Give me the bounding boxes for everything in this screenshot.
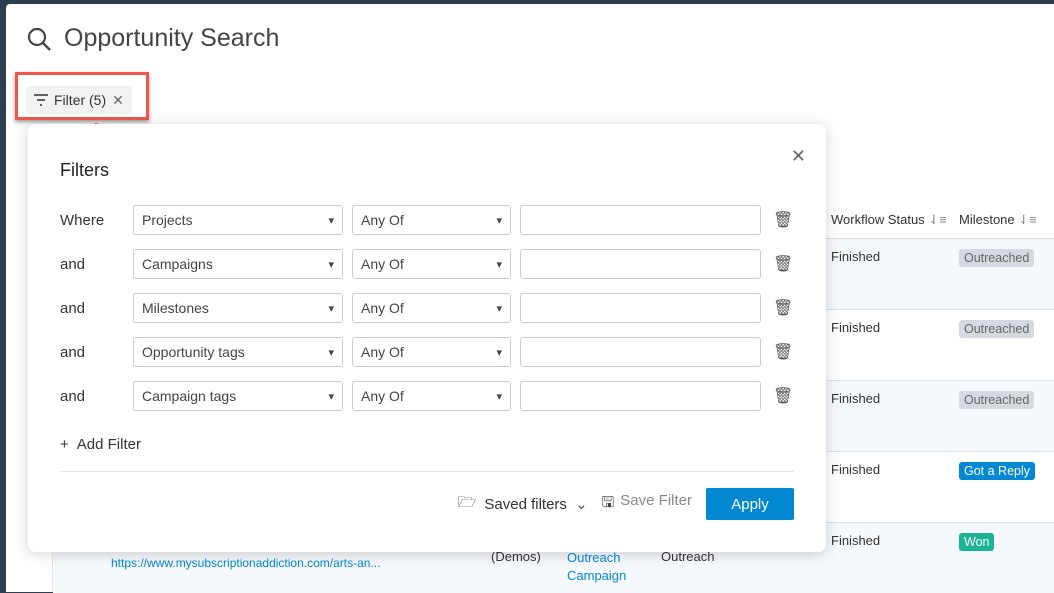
filter-operator-select[interactable]: Any Of ▾ (352, 381, 511, 411)
chevron-down-icon: ▾ (496, 302, 502, 315)
chevron-down-icon: ▾ (328, 302, 334, 315)
filter-field-select[interactable]: Milestones ▾ (133, 293, 343, 323)
trash-icon[interactable]: 🗑 (773, 342, 793, 362)
chevron-down-icon: ▾ (328, 390, 334, 403)
column-header-workflow-status[interactable]: Workflow Status ⇃≡ (831, 212, 947, 228)
save-filter-button[interactable]: 🖫 Save Filter (602, 492, 692, 517)
filter-row: Where Projects ▾ Any Of ▾ 🗑 (60, 205, 793, 235)
chevron-down-icon: ▾ (496, 214, 502, 227)
filter-field-select[interactable]: Campaigns ▾ (133, 249, 343, 279)
workflow-status: Finished (831, 249, 881, 264)
annotation-highlight-box (15, 72, 149, 120)
trash-icon[interactable]: 🗑 (773, 254, 793, 274)
filter-operator-select[interactable]: Any Of ▾ (352, 337, 511, 367)
milestone-badge: Outreached (959, 249, 1035, 267)
chevron-down-icon: ▾ (496, 258, 502, 271)
add-filter-button[interactable]: + Add Filter (60, 436, 141, 453)
filter-row: and Milestones ▾ Any Of ▾ 🗑 (60, 293, 793, 323)
milestone-badge: Outreached (959, 320, 1035, 338)
trash-icon[interactable]: 🗑 (773, 386, 793, 406)
apply-button[interactable]: Apply (706, 488, 794, 520)
filter-field-select[interactable]: Campaign tags ▾ (133, 381, 343, 411)
filter-operator-select[interactable]: Any Of ▾ (352, 293, 511, 323)
filter-value-input[interactable] (520, 381, 761, 411)
filter-conjunction: and (60, 387, 86, 405)
chevron-down-icon: ▾ (328, 258, 334, 271)
trash-icon[interactable]: 🗑 (773, 298, 793, 318)
workflow-status: Finished (831, 462, 881, 477)
filter-operator-select[interactable]: Any Of ▾ (352, 205, 511, 235)
page-title: Opportunity Search (26, 24, 279, 53)
milestone-badge: Outreached (959, 391, 1035, 409)
filter-row: and Campaigns ▾ Any Of ▾ 🗑 (60, 249, 793, 279)
page: Opportunity Search Filter (5) ✕ Workflow… (6, 4, 1054, 593)
workflow-status: Finished (831, 533, 881, 548)
filter-operator-select[interactable]: Any Of ▾ (352, 249, 511, 279)
dialog-title: Filters (60, 160, 109, 180)
filter-value-input[interactable] (520, 293, 761, 323)
filter-value-input[interactable] (520, 205, 761, 235)
filter-field-select[interactable]: Projects ▾ (133, 205, 343, 235)
filter-value-input[interactable] (520, 249, 761, 279)
filter-field-select[interactable]: Opportunity tags ▾ (133, 337, 343, 367)
opportunity-link[interactable]: https://www.mysubscriptionaddiction.com/… (111, 556, 380, 570)
filter-value-input[interactable] (520, 337, 761, 367)
filter-row: and Campaign tags ▾ Any Of ▾ 🗑 (60, 381, 793, 411)
column-header-milestone[interactable]: Milestone ⇃≡ (959, 212, 1037, 228)
search-icon (27, 27, 51, 51)
workflow-status: Finished (831, 391, 881, 406)
chevron-down-icon: ▾ (328, 346, 334, 359)
save-icon: 🖫 (601, 493, 615, 511)
chevron-down-icon: ⌄ (574, 496, 588, 513)
milestone-badge: Won (959, 533, 995, 551)
workflow-status: Finished (831, 320, 881, 335)
filter-conjunction: and (60, 299, 86, 317)
close-icon[interactable]: ✕ (791, 146, 806, 167)
divider (60, 471, 794, 472)
filter-conjunction: and (60, 343, 86, 361)
folder-open-icon: 🗁 (457, 493, 477, 511)
filter-row: and Opportunity tags ▾ Any Of ▾ 🗑 (60, 337, 793, 367)
milestone-badge: Got a Reply (959, 462, 1036, 480)
chevron-down-icon: ▾ (496, 390, 502, 403)
filters-dialog: Filters ✕ Where Projects ▾ Any Of ▾ 🗑 and C… (28, 124, 826, 552)
campaign-link[interactable]: Outreach Campaign (567, 549, 637, 585)
saved-filters-dropdown[interactable]: 🗁 Saved filters ⌄ (458, 492, 588, 517)
chevron-down-icon: ▾ (496, 346, 502, 359)
filter-conjunction: and (60, 255, 86, 273)
trash-icon[interactable]: 🗑 (773, 210, 793, 230)
chevron-down-icon: ▾ (328, 214, 334, 227)
filter-conjunction: Where (60, 211, 105, 229)
